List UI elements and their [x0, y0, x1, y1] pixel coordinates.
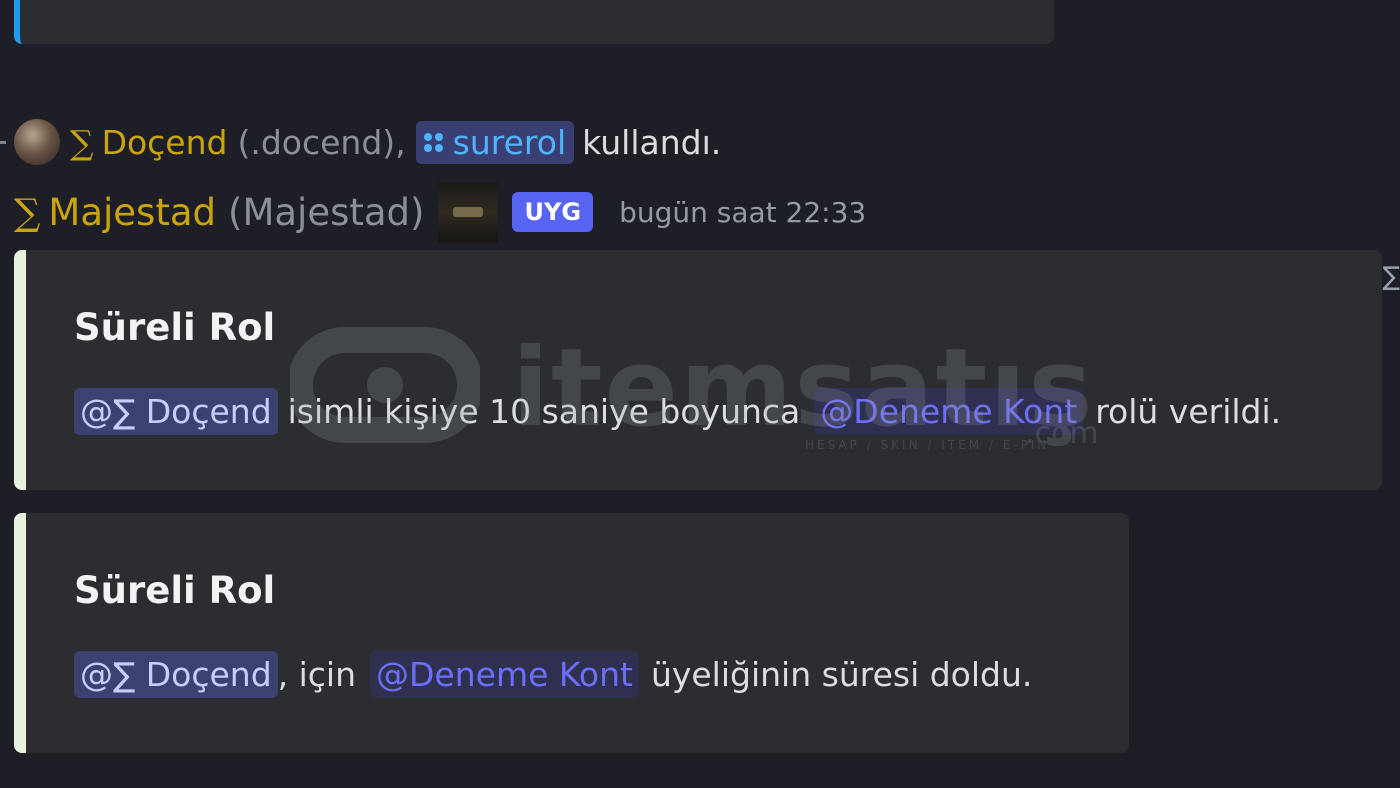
author-name[interactable]: Majestad: [48, 191, 216, 234]
embed-text-a: , için: [277, 655, 357, 694]
replied-user-avatar[interactable]: [14, 119, 60, 165]
author-handle: (Majestad): [228, 190, 425, 234]
previous-embed: [14, 0, 1054, 44]
sigma-icon: ∑: [14, 190, 41, 234]
message-timestamp[interactable]: bugün saat 22:33: [619, 196, 866, 229]
sigma-icon: ∑: [70, 122, 94, 162]
chat-view: ∑ Doçend (.docend), surerol kullandı. ∑ …: [0, 0, 1400, 788]
embed-text-a: isimli kişiye 10 saniye boyunca: [287, 392, 801, 431]
reply-action-text: kullandı.: [582, 122, 722, 162]
command-reply-line[interactable]: ∑ Doçend (.docend), surerol kullandı.: [0, 112, 721, 172]
command-icon: [423, 132, 443, 152]
role-mention[interactable]: @Deneme Kont: [814, 388, 1084, 435]
embed-title: Süreli Rol: [74, 306, 276, 349]
user-mention[interactable]: @∑ Doçend: [74, 388, 278, 435]
replied-user-tag: (.docend),: [237, 122, 406, 162]
embed-description: @∑ Doçend , için @Deneme Kont üyeliğinin…: [74, 651, 1032, 698]
user-mention[interactable]: @∑ Doçend: [74, 651, 278, 698]
command-name: surerol: [452, 122, 567, 162]
embed-text-b: üyeliğinin süresi doldu.: [650, 655, 1033, 694]
message-header: ∑ Majestad (Majestad) UYG bugün saat 22:…: [14, 182, 866, 242]
embed-description: @∑ Doçend isimli kişiye 10 saniye boyunc…: [74, 388, 1281, 435]
embed-role-expired: Süreli Rol @∑ Doçend , için @Deneme Kont…: [14, 513, 1129, 753]
embed-text-b: rolü verildi.: [1095, 392, 1282, 431]
embed-title: Süreli Rol: [74, 569, 276, 612]
reply-spine-icon: [0, 140, 6, 144]
embed-role-granted: Süreli Rol @∑ Doçend isimli kişiye 10 sa…: [14, 250, 1382, 490]
replied-user-name[interactable]: Doçend: [102, 123, 228, 162]
app-badge: UYG: [512, 192, 594, 232]
edge-sigma-icon: ∑: [1382, 262, 1400, 292]
role-mention[interactable]: @Deneme Kont: [370, 651, 639, 698]
author-avatar[interactable]: [438, 182, 499, 242]
slash-command-chip[interactable]: surerol: [415, 120, 575, 164]
